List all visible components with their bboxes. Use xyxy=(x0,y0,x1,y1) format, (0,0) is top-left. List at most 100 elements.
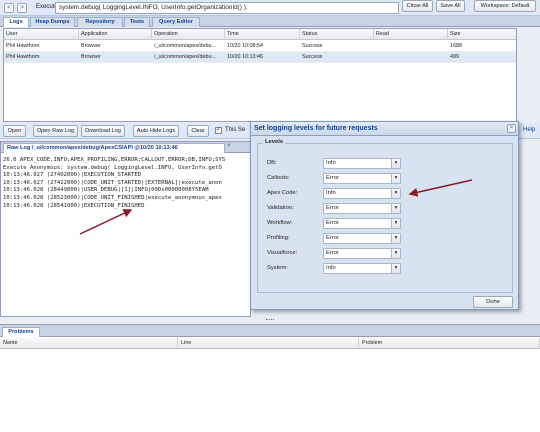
levels-fieldset: Levels DB: Info ▼ Callouts: Error ▼ Apex C… xyxy=(257,139,513,293)
open-button[interactable]: Open xyxy=(3,125,26,137)
cell-user: Phil Hawthorn xyxy=(6,54,40,60)
column-status[interactable]: Status xyxy=(300,29,374,40)
table-row[interactable]: Phil Hawthorn Browser /_ui/common/apex/d… xyxy=(4,41,516,52)
grid-header: User Application Operation Time Status R… xyxy=(4,29,516,40)
level-value: Error xyxy=(326,175,339,181)
log-line: 10:13:46.027 (27422000)|CODE_UNIT_STARTE… xyxy=(3,179,222,186)
cell-status: Success xyxy=(302,43,323,49)
level-label-visualforce: Visualforce: xyxy=(267,250,298,256)
log-line: 10:13:46.028 (28523000)|CODE_UNIT_FINISH… xyxy=(3,194,222,201)
close-all-button[interactable]: Close All xyxy=(402,0,433,12)
tab-tests[interactable]: Tests xyxy=(124,17,150,27)
column-time[interactable]: Time xyxy=(225,29,300,40)
log-line: 10:13:46.028 (28449000)|USER_DEBUG|[1]|I… xyxy=(3,187,209,194)
main-tabs: Logs Heap Dumps Repository Tests Query E… xyxy=(0,16,540,27)
level-value: Error xyxy=(326,220,339,226)
column-user[interactable]: User xyxy=(4,29,79,40)
problems-tab-strip: Problems xyxy=(0,325,540,337)
auto-hide-logs-button[interactable]: Auto Hide Logs xyxy=(133,125,179,137)
raw-log-panel: Raw Log /_ui/common/apex/debug/ApexCSIAP… xyxy=(0,141,251,317)
this-session-label: This Se xyxy=(225,127,246,133)
column-application[interactable]: Application xyxy=(79,29,152,40)
level-select-validation[interactable]: Error ▼ xyxy=(323,203,401,214)
logging-levels-dialog: Set logging levels for future requests ×… xyxy=(250,121,519,310)
level-value: Info xyxy=(326,265,336,271)
column-problem[interactable]: Problem xyxy=(359,338,540,349)
level-label-profiling: Profiling: xyxy=(267,235,290,241)
cell-operation: /_ui/common/apex/debu... xyxy=(154,54,217,60)
level-value: Error xyxy=(326,205,339,211)
back-button[interactable]: < xyxy=(4,3,14,13)
column-read[interactable]: Read xyxy=(374,29,448,40)
level-value: Info xyxy=(326,190,336,196)
tab-repository[interactable]: Repository xyxy=(77,17,123,27)
column-name[interactable]: Name xyxy=(0,338,178,349)
help-link[interactable]: Help xyxy=(523,127,535,133)
done-button[interactable]: Done xyxy=(473,296,513,308)
chevron-down-icon[interactable]: ▼ xyxy=(391,204,400,213)
chevron-down-icon[interactable]: ▼ xyxy=(391,174,400,183)
levels-legend: Levels xyxy=(263,139,286,145)
cell-size: 499 xyxy=(450,54,459,60)
chevron-down-icon[interactable]: ▼ xyxy=(391,264,400,273)
tab-query-editor[interactable]: Query Editor xyxy=(152,17,200,27)
level-value: Error xyxy=(326,250,339,256)
tab-heap-dumps[interactable]: Heap Dumps xyxy=(30,17,75,27)
level-label-system: System: xyxy=(267,265,288,271)
level-select-apex-code[interactable]: Info ▼ xyxy=(323,188,401,199)
level-select-workflow[interactable]: Error ▼ xyxy=(323,218,401,229)
tab-problems[interactable]: Problems xyxy=(2,327,40,337)
download-log-button[interactable]: Download Log xyxy=(81,125,125,137)
raw-log-tab[interactable]: Raw Log /_ui/common/apex/debug/ApexCSIAP… xyxy=(3,143,225,153)
this-session-checkbox[interactable]: ✓ xyxy=(215,127,222,134)
log-content: 26.0 APEX_CODE,INFO;APEX_PROFILING,ERROR… xyxy=(3,157,250,210)
forward-button[interactable]: > xyxy=(17,3,27,13)
level-value: Error xyxy=(326,235,339,241)
execute-input[interactable]: system.debug( LoggingLevel.INFO, UserInf… xyxy=(55,2,399,14)
log-line: 26.0 APEX_CODE,INFO;APEX_PROFILING,ERROR… xyxy=(3,157,226,163)
chevron-down-icon[interactable]: ▼ xyxy=(391,249,400,258)
log-line: 10:13:46.027 (27402000)|EXECUTION_STARTE… xyxy=(3,172,142,179)
chevron-down-icon[interactable]: ▼ xyxy=(391,159,400,168)
table-row[interactable]: Phil Hawthorn Browser /_ui/common/apex/d… xyxy=(4,52,516,63)
chevron-down-icon[interactable]: ▼ xyxy=(391,189,400,198)
level-select-db[interactable]: Info ▼ xyxy=(323,158,401,169)
level-select-callouts[interactable]: Error ▼ xyxy=(323,173,401,184)
cell-user: Phil Hawthorn xyxy=(6,43,40,49)
level-label-workflow: Workflow: xyxy=(267,220,293,226)
column-line[interactable]: Line xyxy=(178,338,359,349)
cell-time: 10/20 10:08:54 xyxy=(227,43,263,49)
cell-operation: /_ui/common/apex/debu... xyxy=(154,43,217,49)
workspace-select[interactable]: Workspace: Default xyxy=(474,0,536,12)
level-label-db: DB: xyxy=(267,160,277,166)
level-label-apex-code: Apex Code: xyxy=(267,190,298,196)
cell-application: Browser xyxy=(81,43,101,49)
cell-read xyxy=(374,52,448,63)
tab-logs[interactable]: Logs xyxy=(3,17,29,27)
save-all-button[interactable]: Save All xyxy=(436,0,465,12)
chevron-down-icon[interactable]: ▼ xyxy=(391,234,400,243)
close-icon[interactable]: × xyxy=(507,124,516,133)
log-line: 10:13:46.028 (28541000)|EXECUTION_FINISH… xyxy=(3,202,145,209)
problems-panel: Problems Name Line Problem xyxy=(0,324,540,432)
open-raw-log-button[interactable]: Open Raw Log xyxy=(33,125,78,137)
column-operation[interactable]: Operation xyxy=(152,29,225,40)
cell-read xyxy=(374,41,448,52)
top-toolbar: < > Execute: system.debug( LoggingLevel.… xyxy=(0,0,540,16)
splitter-handle[interactable] xyxy=(266,319,274,321)
column-size[interactable]: Size xyxy=(448,29,516,40)
logs-grid: User Application Operation Time Status R… xyxy=(3,28,517,122)
level-select-system[interactable]: Info ▼ xyxy=(323,263,401,274)
level-select-visualforce[interactable]: Error ▼ xyxy=(323,248,401,259)
cell-time: 10/20 10:13:46 xyxy=(227,54,263,60)
clear-button[interactable]: Clear xyxy=(187,125,209,137)
cell-application: Browser xyxy=(81,54,101,60)
level-label-callouts: Callouts: xyxy=(267,175,290,181)
dialog-title: Set logging levels for future requests xyxy=(251,122,518,136)
cell-size: 1688 xyxy=(450,43,462,49)
problems-header: Name Line Problem xyxy=(0,338,540,349)
level-label-validation: Validation: xyxy=(267,205,294,211)
chevron-down-icon[interactable]: ▼ xyxy=(391,219,400,228)
level-select-profiling[interactable]: Error ▼ xyxy=(323,233,401,244)
close-icon[interactable]: × xyxy=(227,143,231,149)
